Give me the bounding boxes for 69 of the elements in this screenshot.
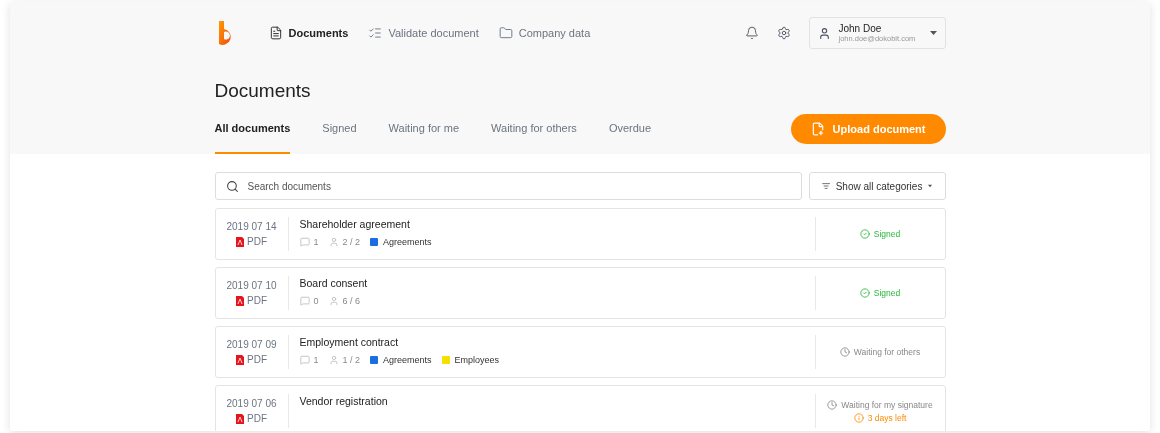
document-card[interactable]: 2019 07 14 PDF Shareholder agreement 1 2 / 2 Agreements Signed [214, 208, 946, 260]
status-label: Signed [859, 229, 901, 239]
tab[interactable]: Waiting for me [388, 122, 460, 154]
file-format: PDF [236, 295, 267, 306]
document-date: 2019 07 09 [226, 339, 277, 350]
document-title: Shareholder agreement [299, 218, 411, 230]
document-date: 2019 07 06 [226, 398, 277, 409]
signer-count: 1 / 2 [328, 355, 361, 365]
caret-icon [928, 184, 933, 188]
check-circle-icon [859, 288, 870, 298]
comment-icon [299, 296, 310, 306]
category-tag: Agreements [370, 237, 432, 247]
nav-item[interactable]: Validate document [368, 26, 479, 40]
signer-count: 6 / 6 [328, 296, 361, 306]
tab[interactable]: Overdue [608, 122, 652, 154]
checklist-icon [368, 26, 383, 40]
user-icon [328, 296, 339, 306]
category-tag: Employees [441, 355, 500, 365]
file-plus-icon [810, 122, 825, 136]
settings-button[interactable] [776, 26, 791, 40]
caret-icon [929, 31, 937, 35]
page-title: Documents [214, 80, 312, 102]
document-title: Board consent [299, 277, 369, 289]
clock-icon [839, 347, 850, 357]
nav-item[interactable]: Company data [498, 26, 591, 40]
pdf-icon [236, 236, 244, 247]
pdf-icon [236, 354, 244, 365]
file-format: PDF [236, 354, 267, 365]
user-name: John Doe [838, 23, 883, 34]
category-filter[interactable]: Show all categories [808, 172, 946, 200]
settings-icon [776, 26, 791, 40]
document-card[interactable]: 2019 07 09 PDF Employment contract 1 1 / 2 Agreements Employees Waiting for others [214, 326, 946, 378]
document-title: Employment contract [299, 336, 400, 348]
file-format: PDF [236, 413, 267, 424]
file-format: PDF [236, 236, 267, 247]
document-date: 2019 07 14 [226, 221, 277, 232]
document-title: Vendor registration [299, 395, 389, 407]
document-icon [268, 26, 283, 40]
status-label: Waiting for my signature [827, 399, 933, 410]
clock-icon [827, 399, 838, 410]
search-icon [225, 179, 239, 193]
signer-count: 2 / 2 [328, 237, 361, 247]
check-circle-icon [859, 229, 870, 239]
tab[interactable]: All documents [214, 122, 291, 154]
user-icon [328, 355, 339, 365]
comment-icon [299, 237, 310, 247]
tab[interactable]: Signed [322, 122, 357, 154]
comment-count: 1 [299, 237, 319, 247]
comment-icon [299, 355, 310, 365]
nav-item[interactable]: Documents [268, 26, 349, 40]
comment-count: 0 [299, 296, 319, 306]
folder-icon [498, 26, 513, 40]
status-label: Signed [859, 288, 901, 298]
notifications-button[interactable] [744, 26, 759, 40]
search-field[interactable]: Search documents [214, 172, 802, 200]
pdf-icon [236, 413, 244, 424]
deadline-label: 3 days left [853, 412, 907, 423]
status-label: Waiting for others [839, 347, 921, 357]
pdf-icon [236, 295, 244, 306]
tab[interactable]: Waiting for others [491, 122, 577, 154]
document-date: 2019 07 10 [226, 280, 277, 291]
user-icon [328, 237, 339, 247]
document-card[interactable]: 2019 07 06 PDF Vendor registration Waiting for my signature 3 days left [214, 385, 946, 431]
comment-count: 1 [299, 355, 319, 365]
document-card[interactable]: 2019 07 10 PDF Board consent 0 6 / 6 Signed [214, 267, 946, 319]
user-icon [817, 26, 831, 40]
info-icon [853, 412, 864, 423]
bell-icon [744, 26, 759, 40]
category-tag: Agreements [370, 355, 432, 365]
